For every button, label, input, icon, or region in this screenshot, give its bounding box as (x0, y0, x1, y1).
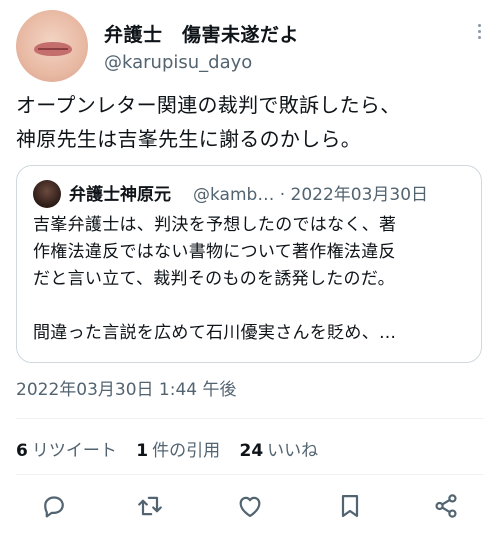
quoted-display-name: 弁護士神原元 (69, 185, 171, 205)
reply-icon (44, 496, 64, 518)
retweet-button[interactable] (136, 492, 164, 520)
bookmark-icon (341, 494, 359, 518)
user-handle[interactable]: @karupisu_dayo (104, 52, 252, 73)
timestamp[interactable]: 2022年03月30日 1:44 午後 (16, 375, 237, 400)
engagement-stats: 6 リツイート 1 件の引用 24 いいね (16, 436, 332, 461)
likes-count: 24 (239, 441, 264, 461)
quotes-label: 件の引用 (152, 441, 221, 461)
likes-label: いいね (267, 441, 319, 461)
reply-button[interactable] (40, 492, 68, 520)
share-icon (435, 494, 457, 518)
tweet-text-line: オープンレター関連の裁判で敗訴したら、 (16, 93, 401, 117)
divider (16, 474, 484, 475)
likes-stat[interactable]: 24 いいね (240, 441, 319, 461)
retweets-stat[interactable]: 6 リツイート (16, 441, 117, 461)
more-icon[interactable] (478, 24, 482, 42)
divider (16, 418, 484, 419)
quotes-count: 1 (136, 441, 149, 461)
quoted-text-line: だと言い立て、裁判そのものを誘発したのだ。 (33, 269, 395, 289)
quoted-handle-date: @kamb… · 2022年03月30日 (193, 185, 429, 205)
heart-icon (239, 496, 261, 518)
quoted-text-line: 作権法違反ではない書物について著作権法違反 (33, 242, 396, 262)
share-button[interactable] (432, 492, 460, 520)
display-name[interactable]: 弁護士 傷害未遂だよ (104, 20, 299, 47)
tweet-text: オープンレター関連の裁判で敗訴したら、 神原先生は吉峯先生に謝るのかしら。 (16, 88, 486, 156)
quoted-text: 吉峯弁護士は、判決を予想したのではなく、著 作権法違反ではない書物について著作権… (33, 212, 469, 347)
quoted-text-line: 吉峯弁護士は、判決を予想したのではなく、著 (33, 215, 397, 235)
retweet-icon (138, 496, 162, 516)
bookmark-button[interactable] (336, 492, 364, 520)
quotes-stat[interactable]: 1 件の引用 (136, 441, 220, 461)
avatar[interactable] (16, 10, 88, 82)
retweets-label: リツイート (31, 441, 117, 461)
action-bar (0, 488, 500, 524)
like-button[interactable] (236, 492, 264, 520)
quoted-text-line: 間違った言説を広めて石川優実さんを貶め、… (33, 323, 397, 343)
quoted-avatar (33, 180, 61, 208)
tweet-text-line: 神原先生は吉峯先生に謝るのかしら。 (16, 127, 362, 151)
quoted-tweet[interactable]: 弁護士神原元 @kamb… · 2022年03月30日 吉峯弁護士は、判決を予想… (16, 165, 482, 363)
retweets-count: 6 (16, 441, 28, 461)
